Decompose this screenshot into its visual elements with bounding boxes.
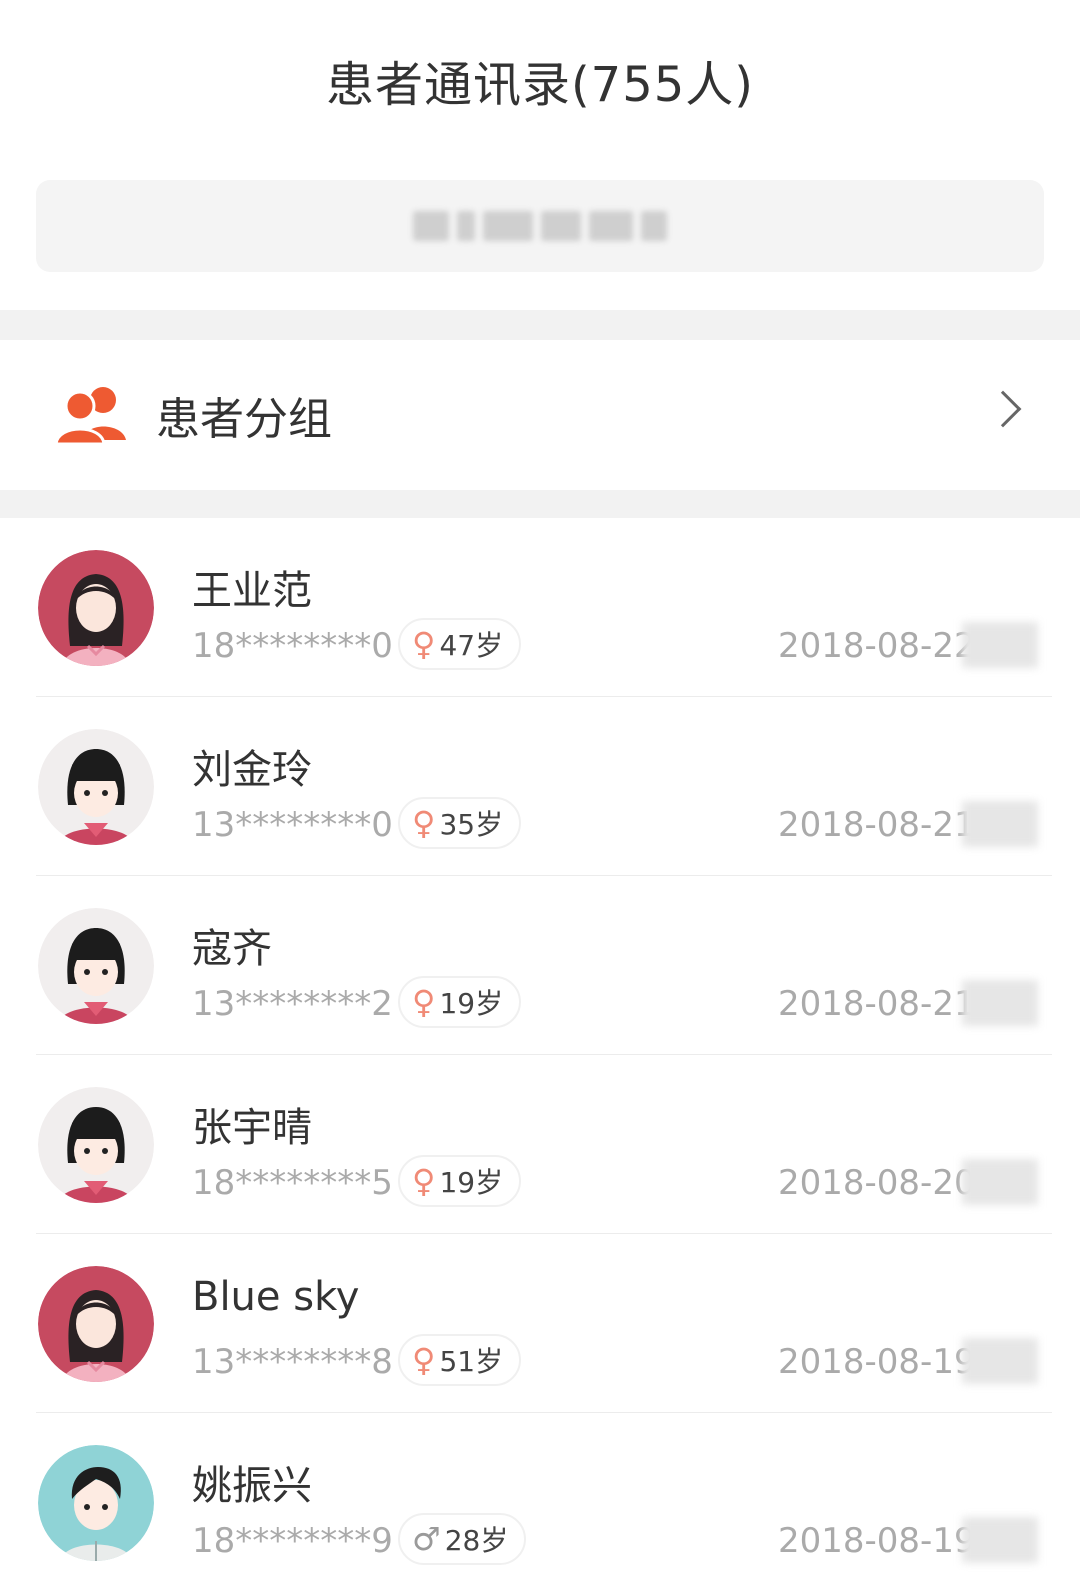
blurred-tail (962, 1159, 1038, 1205)
section-divider (0, 310, 1080, 340)
patient-name: 寇齐 (192, 926, 272, 972)
search-placeholder-blurred (413, 211, 667, 241)
patient-date: 2018-08-21 (778, 984, 976, 1024)
blurred-tail (962, 801, 1038, 847)
patient-age: 28岁 (444, 1524, 509, 1557)
patient-row[interactable]: 王业范 18********0 ♀ 47岁 2018-08-22 (0, 518, 1080, 697)
blurred-tail (962, 1338, 1038, 1384)
female-icon: ♀ (412, 1162, 436, 1200)
patient-age: 19岁 (439, 1166, 504, 1199)
patient-name: 张宇晴 (192, 1105, 312, 1151)
patient-row[interactable]: 张宇晴 18********5 ♀ 19岁 2018-08-20 (0, 1055, 1080, 1234)
patient-row[interactable]: Blue sky 13********8 ♀ 51岁 2018-08-19 (0, 1234, 1080, 1413)
blurred-tail (962, 1517, 1038, 1563)
patient-age: 35岁 (439, 808, 504, 841)
search-input[interactable] (36, 180, 1044, 272)
girl-short-hair-icon (38, 908, 154, 1024)
patient-row[interactable]: 寇齐 13********2 ♀ 19岁 2018-08-21 (0, 876, 1080, 1055)
patient-age: 19岁 (439, 987, 504, 1020)
chevron-right-icon (984, 390, 1022, 428)
patient-row[interactable]: 姚振兴 18********9 ♂ 28岁 2018-08-19 (0, 1413, 1080, 1579)
group-icon (54, 384, 128, 446)
female-icon: ♀ (412, 1341, 436, 1379)
patient-row[interactable]: 刘金玲 13********0 ♀ 35岁 2018-08-21 (0, 697, 1080, 876)
patient-age: 47岁 (439, 629, 504, 662)
gender-age-badge: ♀ 19岁 (398, 976, 522, 1028)
patient-date: 2018-08-20 (778, 1163, 976, 1203)
header: 患者通讯录(755人) (0, 0, 1080, 160)
patient-phone: 18********5 (192, 1163, 393, 1203)
female-icon: ♀ (412, 804, 436, 842)
section-divider (0, 490, 1080, 518)
girl-short-hair-icon (38, 729, 154, 845)
patient-name: Blue sky (192, 1274, 360, 1320)
patient-list: 王业范 18********0 ♀ 47岁 2018-08-22 刘金玲 13*… (0, 518, 1080, 1579)
gender-age-badge: ♀ 19岁 (398, 1155, 522, 1207)
patient-phone: 13********2 (192, 984, 393, 1024)
patient-age: 51岁 (439, 1345, 504, 1378)
woman-long-hair-icon (38, 550, 154, 666)
gender-age-badge: ♀ 35岁 (398, 797, 522, 849)
female-icon: ♀ (412, 983, 436, 1021)
patient-date: 2018-08-19 (778, 1521, 976, 1561)
patient-date: 2018-08-21 (778, 805, 976, 845)
man-icon (38, 1445, 154, 1561)
page-title: 患者通讯录(755人) (325, 57, 755, 113)
patient-phone: 18********0 (192, 626, 393, 666)
patient-name: 刘金玲 (192, 747, 312, 793)
girl-short-hair-icon (38, 1087, 154, 1203)
patient-phone: 18********9 (192, 1521, 393, 1561)
woman-long-hair-icon (38, 1266, 154, 1382)
female-icon: ♀ (412, 625, 436, 663)
patient-group-label: 患者分组 (156, 394, 332, 445)
patient-phone: 13********0 (192, 805, 393, 845)
blurred-tail (962, 622, 1038, 668)
gender-age-badge: ♂ 28岁 (398, 1513, 527, 1565)
patient-name: 王业范 (192, 568, 312, 614)
patient-date: 2018-08-19 (778, 1342, 976, 1382)
patient-date: 2018-08-22 (778, 626, 976, 666)
gender-age-badge: ♀ 47岁 (398, 618, 522, 670)
male-icon: ♂ (412, 1520, 441, 1558)
gender-age-badge: ♀ 51岁 (398, 1334, 522, 1386)
patient-phone: 13********8 (192, 1342, 393, 1382)
patient-group-row[interactable]: 患者分组 (0, 340, 1080, 490)
patient-name: 姚振兴 (192, 1463, 312, 1509)
blurred-tail (962, 980, 1038, 1026)
